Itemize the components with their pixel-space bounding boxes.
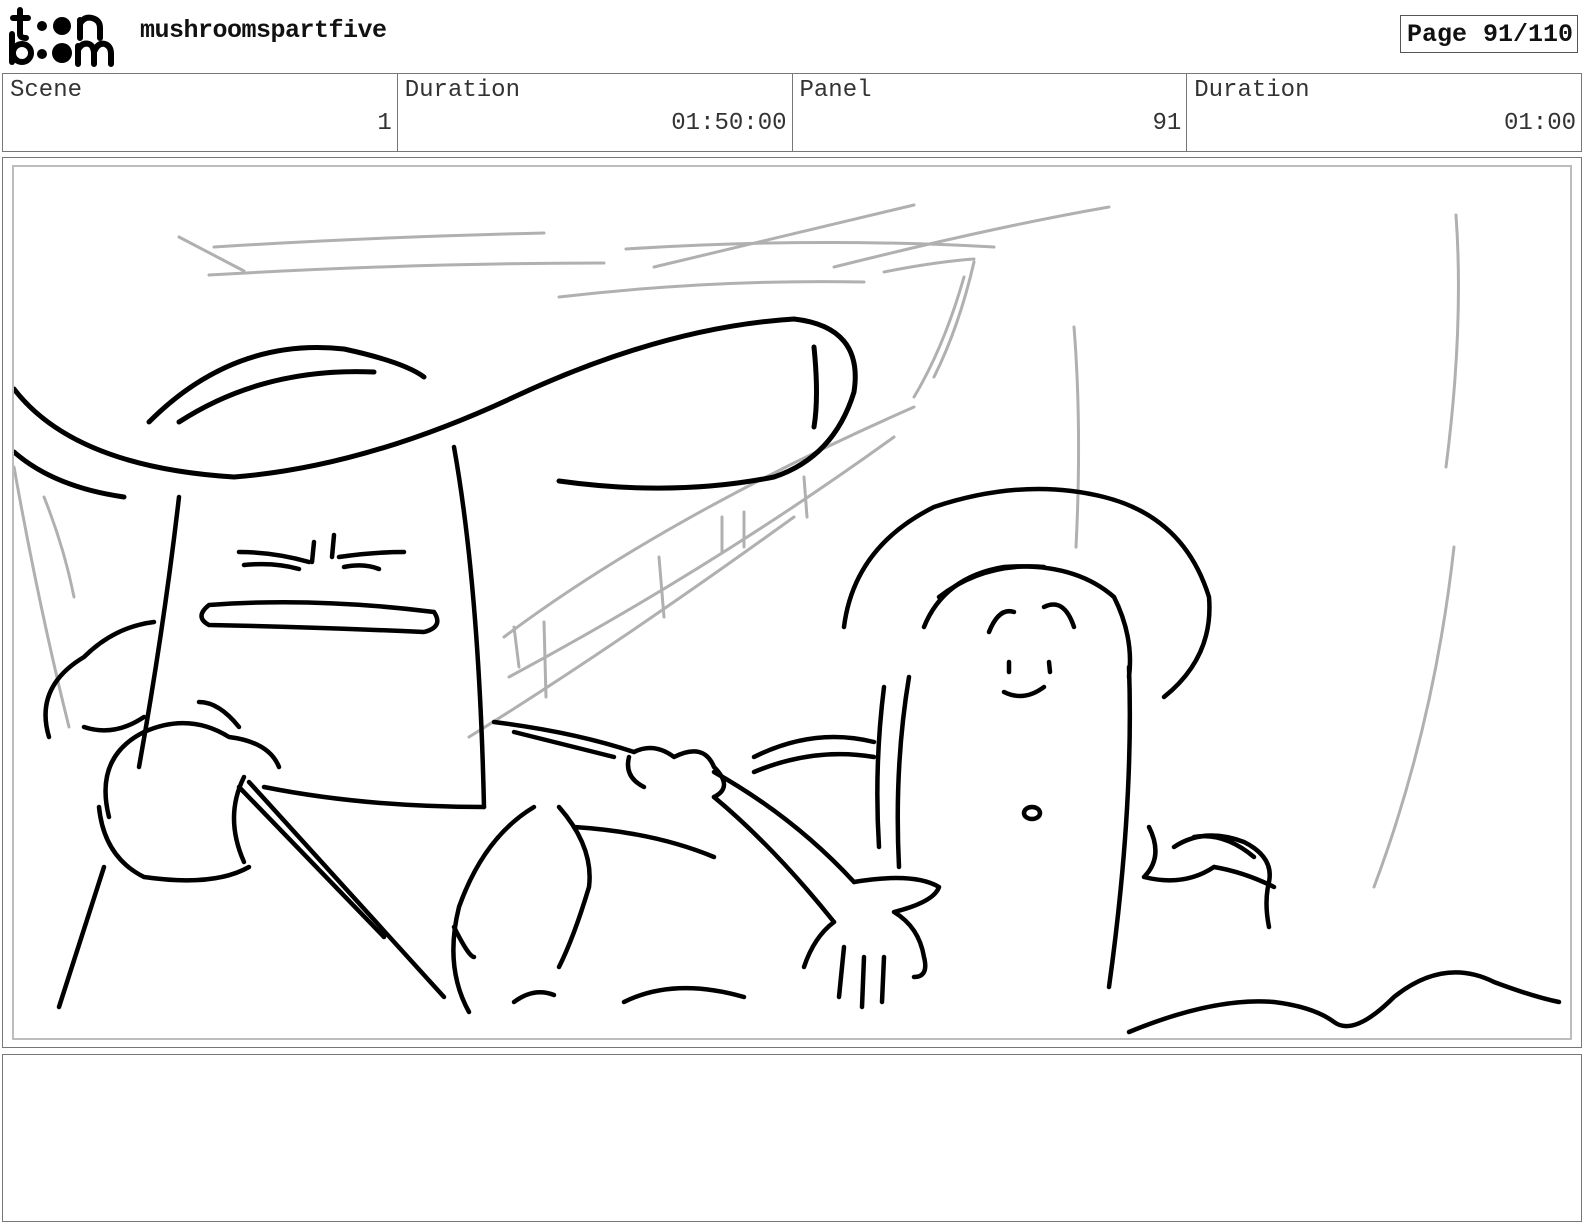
panel-image (12, 165, 1572, 1040)
storyboard-sketch-icon (14, 203, 1562, 1035)
scene-label: Scene (10, 77, 83, 104)
scene-duration-cell: Duration 01:50:00 (398, 74, 793, 151)
panel-duration-cell: Duration 01:00 (1187, 74, 1581, 151)
scene-duration-value: 01:50:00 (671, 110, 787, 137)
panel-label: Panel (799, 77, 872, 104)
page-indicator: Page 91/110 (1400, 15, 1578, 53)
page-number: 91/110 (1482, 19, 1573, 49)
panel-info-row: Scene 1 Duration 01:50:00 Panel 91 Durat… (2, 73, 1582, 152)
toonboom-logo-icon (6, 4, 118, 68)
panel-value: 91 (1152, 110, 1182, 137)
page-label: Page (1407, 19, 1468, 49)
panel-duration-value: 01:00 (1503, 110, 1576, 137)
scene-duration-label: Duration (404, 77, 520, 104)
scene-value: 1 (377, 110, 392, 137)
scene-cell: Scene 1 (3, 74, 398, 151)
project-title: mushroomspartfive (140, 16, 387, 45)
panel-duration-label: Duration (1194, 77, 1310, 104)
panel-cell: Panel 91 (793, 74, 1188, 151)
panel-notes (2, 1054, 1582, 1222)
